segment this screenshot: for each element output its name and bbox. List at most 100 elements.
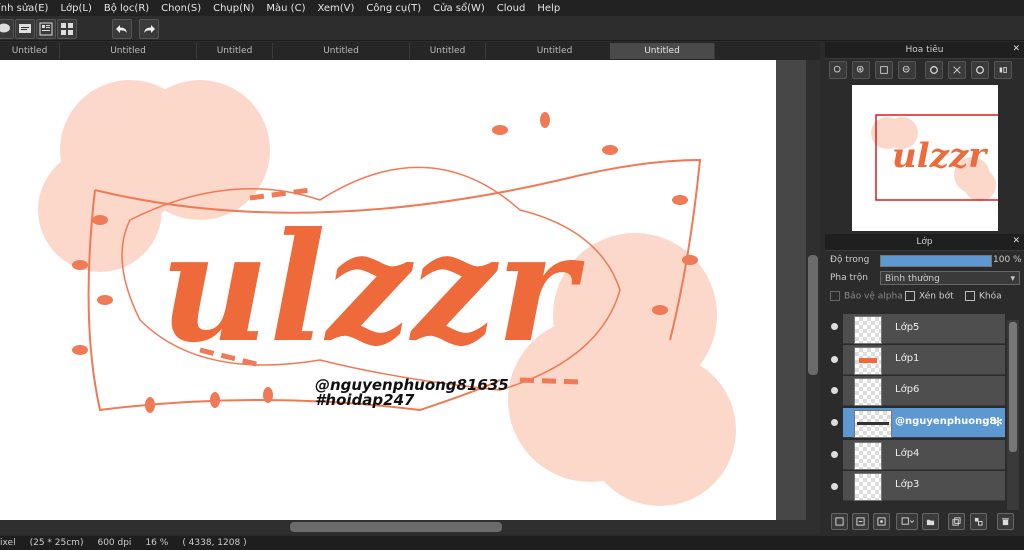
tab-untitled-2[interactable]: Untitled (60, 43, 197, 59)
visibility-dot-icon[interactable] (831, 356, 838, 363)
duplicate-layer-icon[interactable] (948, 513, 965, 530)
panel-icon[interactable] (36, 19, 56, 39)
tab-untitled-4[interactable]: Untitled (273, 43, 410, 59)
visibility-dot-icon[interactable] (831, 451, 838, 458)
menu-bar: ỉnh sửa(E) Lớp(L) Bộ lọc(R) Chọn(S) Chụp… (0, 0, 1024, 16)
tab-untitled-3[interactable]: Untitled (197, 43, 273, 59)
menu-filter[interactable]: Bộ lọc(R) (104, 3, 149, 14)
menu-select[interactable]: Chọn(S) (161, 3, 201, 14)
layer-thumbnail (854, 410, 892, 438)
layer-item[interactable]: Lớp6 (843, 376, 1005, 406)
layer-item[interactable]: Lớp5 (843, 314, 1005, 344)
comment-icon[interactable] (15, 19, 35, 39)
close-icon[interactable]: ✕ (1012, 44, 1020, 54)
lock-checkbox[interactable] (965, 290, 975, 301)
navigator-thumbnail: ulzzr (871, 114, 998, 201)
layer-thumbnail (854, 316, 882, 344)
layer-thumbnail (854, 473, 882, 501)
vertical-scroll-thumb[interactable] (808, 255, 818, 375)
undo-icon[interactable] (112, 19, 132, 39)
layer-item[interactable]: Lớp4 (843, 440, 1005, 470)
protect-alpha-checkbox[interactable] (830, 290, 840, 301)
folder-icon[interactable] (922, 513, 939, 530)
clipping-checkbox[interactable] (905, 290, 915, 301)
gear-icon[interactable]: ✻ (993, 415, 1003, 429)
unit-label: ixel (0, 538, 16, 548)
toolbar (0, 16, 1024, 41)
visibility-dot-icon[interactable] (831, 387, 838, 394)
dpi-label: 600 dpi (97, 538, 132, 548)
layer-item-selected[interactable]: @nguyenphuong8 ✻ (843, 408, 1005, 438)
menu-cloud[interactable]: Cloud (497, 3, 526, 14)
layer-item[interactable]: Lớp1 (843, 345, 1005, 375)
speech-bubble-icon[interactable] (0, 19, 14, 39)
hashtag-text: #hoidap247 (315, 391, 415, 409)
tab-untitled-5[interactable]: Untitled (410, 43, 486, 59)
document-canvas[interactable]: ulzzr @nguyenphuong81635 #hoidap247 (0, 60, 776, 520)
navigator-panel: Hoa tiêu ✕ ulzzr (825, 42, 1024, 232)
navigator-preview[interactable]: ulzzr (852, 85, 998, 231)
grid-icon[interactable] (57, 19, 77, 39)
layers-title: Lớp ✕ (825, 234, 1024, 251)
tab-untitled-1[interactable]: Untitled (0, 43, 60, 59)
fit-screen-icon[interactable] (875, 61, 893, 79)
vertical-scrollbar[interactable] (806, 60, 820, 520)
new-layer-icon[interactable] (831, 513, 848, 530)
visibility-dot-icon[interactable] (831, 419, 838, 426)
navigator-lettering: ulzzr (892, 136, 988, 176)
lettering-text: ulzzr (160, 200, 585, 376)
new-layer-alt-icon[interactable] (852, 513, 869, 530)
canvas-area[interactable]: ulzzr @nguyenphuong81635 #hoidap247 (0, 60, 806, 520)
layer-thumbnail (854, 347, 882, 375)
menu-view[interactable]: Xem(V) (317, 3, 354, 14)
opacity-row: Độ trong 100 % (830, 255, 1022, 267)
visibility-dot-icon[interactable] (831, 323, 838, 330)
layers-scroll-thumb[interactable] (1009, 322, 1017, 452)
opacity-slider[interactable] (880, 255, 992, 267)
layer-item[interactable]: Lớp3 (843, 471, 1005, 501)
add-layer-menu-icon[interactable] (896, 513, 918, 530)
new-halftone-icon[interactable] (873, 513, 890, 530)
menu-window[interactable]: Cửa sổ(W) (433, 3, 485, 14)
tab-untitled-active[interactable]: Untitled (610, 43, 715, 59)
layers-scrollbar[interactable] (1007, 320, 1019, 510)
zoom-fit-icon[interactable] (829, 61, 847, 79)
zoom-label: 16 % (145, 538, 169, 548)
menu-tools[interactable]: Công cụ(T) (366, 3, 421, 14)
chevron-down-icon: ▾ (1010, 274, 1015, 284)
document-tabs: Untitled Untitled Untitled Untitled Unti… (0, 42, 820, 60)
menu-help[interactable]: Help (537, 3, 560, 14)
menu-color[interactable]: Màu (C) (266, 3, 305, 14)
visibility-dot-icon[interactable] (831, 483, 838, 490)
reset-view-icon[interactable] (948, 61, 966, 79)
rotate-right-icon[interactable] (971, 61, 989, 79)
close-icon[interactable]: ✕ (1012, 236, 1020, 246)
navigator-title: Hoa tiêu ✕ (825, 42, 1024, 59)
rotate-left-icon[interactable] (925, 61, 943, 79)
menu-edit[interactable]: ỉnh sửa(E) (0, 3, 48, 14)
blend-row: Pha trộn Bình thường ▾ (825, 269, 1024, 287)
horizontal-scrollbar[interactable] (0, 520, 820, 534)
status-bar: ixel (25 * 25cm) 600 dpi 16 % ( 4338, 12… (0, 536, 1024, 550)
layer-thumbnail (854, 378, 882, 406)
redo-icon[interactable] (139, 19, 159, 39)
zoom-in-icon[interactable] (852, 61, 870, 79)
trash-icon[interactable] (997, 513, 1014, 530)
layer-thumbnail (854, 442, 882, 470)
flip-icon[interactable] (994, 61, 1012, 79)
zoom-out-icon[interactable] (898, 61, 916, 79)
menu-layer[interactable]: Lớp(L) (60, 3, 91, 14)
coords-label: ( 4338, 1208 ) (182, 538, 247, 548)
horizontal-scroll-thumb[interactable] (290, 522, 502, 532)
clipping-option[interactable]: Xén bớt (905, 290, 954, 301)
artwork: ulzzr @nguyenphuong81635 #hoidap247 (38, 80, 736, 506)
lock-option[interactable]: Khóa (965, 290, 1002, 301)
blend-mode-select[interactable]: Bình thường ▾ (880, 271, 1020, 285)
navigator-tools (825, 59, 1024, 81)
menu-capture[interactable]: Chụp(N) (213, 3, 254, 14)
tab-untitled-6[interactable]: Untitled (486, 43, 624, 59)
merge-layer-icon[interactable] (970, 513, 987, 530)
size-label: (25 * 25cm) (29, 538, 84, 548)
protect-alpha-option[interactable]: Bảo vệ alpha (830, 290, 903, 301)
layer-options-row: Bảo vệ alpha Xén bớt Khóa (825, 287, 1024, 305)
